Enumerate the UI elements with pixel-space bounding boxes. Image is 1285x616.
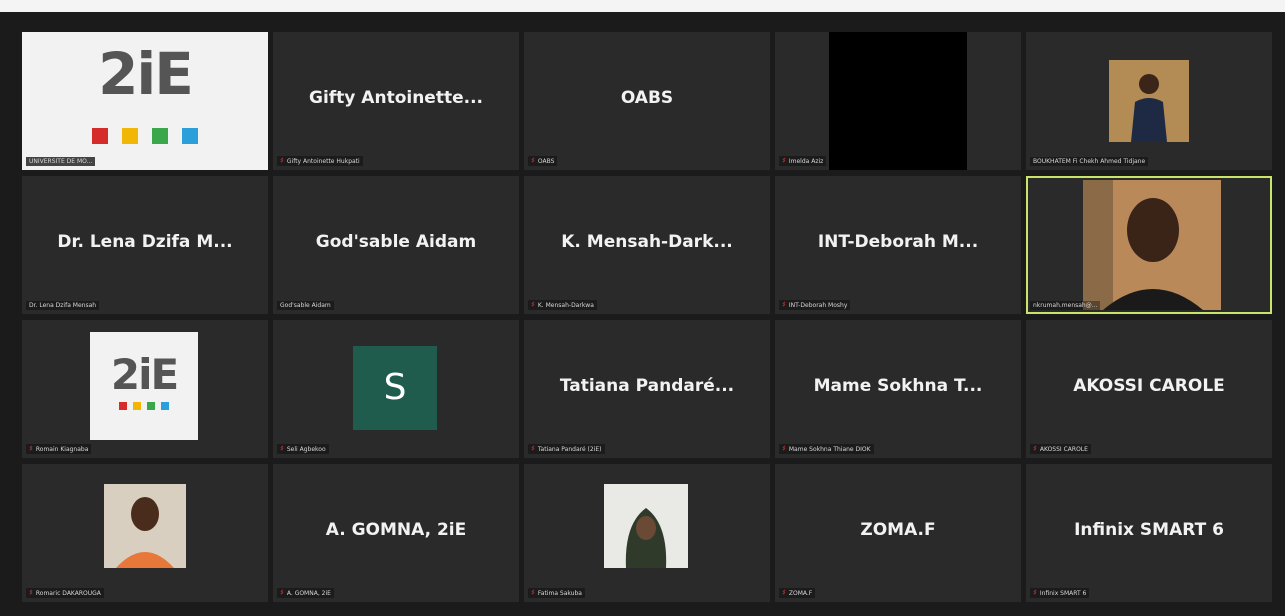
participant-label: ♯ A. GOMNA, 2iE [277,588,334,598]
participant-display-name: A. GOMNA, 2iE [325,520,467,540]
participant-tile[interactable]: Mame Sokhna T... ♯ Mame Sokhna Thiane DIO… [775,320,1021,458]
participant-display-name: Mame Sokhna T... [813,376,983,396]
participant-tile[interactable]: 2iE ♯ Romain Kiagnaba [22,320,268,458]
participant-photo [604,484,688,568]
avatar: S [353,346,437,430]
participant-label: ♯ Mame Sokhna Thiane DIOK [779,444,874,454]
participant-display-name: K. Mensah-Dark... [561,232,733,252]
participant-display-name: OABS [620,88,674,108]
participant-label: God'sable Aidam [277,301,334,310]
participant-label: ♯ K. Mensah-Darkwa [528,300,597,310]
participant-tile[interactable]: Infinix SMART 6 ♯ Infinix SMART 6 [1026,464,1272,602]
participant-label: ♯ Romain Kiagnaba [26,444,92,454]
participant-label: ♯ Tatiana Pandaré (2iE) [528,444,605,454]
participant-tile[interactable]: 2iE UNIVERSITE DE MO... [22,32,268,170]
participant-label: nkrumah.mensah@... [1030,301,1101,310]
participant-display-name: AKOSSI CAROLE [1073,376,1225,396]
participant-tile[interactable]: ♯ Romaric DAKAROUGA [22,464,268,602]
mic-muted-icon: ♯ [782,588,786,597]
mic-muted-icon: ♯ [1033,588,1037,597]
participant-tile[interactable]: Dr. Lena Dzifa M... Dr. Lena Dzifa Mensa… [22,176,268,314]
logo-squares [22,128,268,144]
participant-tile[interactable]: ♯ Imelda Aziz [775,32,1021,170]
mic-muted-icon: ♯ [531,444,535,453]
participant-label: ♯ Romaric DAKAROUGA [26,588,104,598]
logo-2ie: 2iE [22,32,268,170]
participant-label: ♯ INT-Deborah Moshy [779,300,851,310]
video-feed-black [829,32,967,170]
participant-tile[interactable]: S ♯ Seli Agbekoo [273,320,519,458]
participant-tile[interactable]: INT-Deborah M... ♯ INT-Deborah Moshy [775,176,1021,314]
participant-label: ♯ Fatima Sakuba [528,588,585,598]
mic-muted-icon: ♯ [782,300,786,309]
mic-muted-icon: ♯ [531,156,535,165]
participant-tile[interactable]: ZOMA.F ♯ ZOMA.F [775,464,1021,602]
mic-muted-icon: ♯ [531,588,535,597]
participant-tile-active-speaker[interactable]: nkrumah.mensah@... [1026,176,1272,314]
participant-label: ♯ ZOMA.F [779,588,816,598]
participant-label: ♯ Seli Agbekoo [277,444,329,454]
participant-photo [1109,60,1189,142]
mic-muted-icon: ♯ [1033,444,1037,453]
participant-tile[interactable]: OABS ♯ OABS [524,32,770,170]
participant-grid: 2iE UNIVERSITE DE MO... Gifty Antoinette… [22,32,1272,602]
participant-tile[interactable]: God'sable Aidam God'sable Aidam [273,176,519,314]
participant-display-name: INT-Deborah M... [817,232,979,252]
participant-photo [1083,180,1221,310]
participant-tile[interactable]: ♯ Fatima Sakuba [524,464,770,602]
participant-label: ♯ Gifty Antoinette Hukpati [277,156,363,166]
participant-display-name: Gifty Antoinette... [309,88,483,108]
mic-muted-icon: ♯ [782,156,786,165]
mic-muted-icon: ♯ [29,444,33,453]
participant-tile[interactable]: A. GOMNA, 2iE ♯ A. GOMNA, 2iE [273,464,519,602]
logo-2ie: 2iE [90,332,198,440]
participant-label: ♯ AKOSSI CAROLE [1030,444,1091,454]
participant-label: ♯ Infinix SMART 6 [1030,588,1090,598]
mic-muted-icon: ♯ [782,444,786,453]
participant-label: ♯ OABS [528,156,558,166]
participant-display-name: ZOMA.F [860,520,936,540]
participant-label: ♯ Imelda Aziz [779,156,827,166]
participant-label: UNIVERSITE DE MO... [26,157,96,166]
logo-squares [90,402,198,410]
participant-tile[interactable]: AKOSSI CAROLE ♯ AKOSSI CAROLE [1026,320,1272,458]
participant-display-name: Tatiana Pandaré... [559,376,735,396]
participant-display-name: Dr. Lena Dzifa M... [57,232,233,252]
participant-tile[interactable]: K. Mensah-Dark... ♯ K. Mensah-Darkwa [524,176,770,314]
participant-label: Dr. Lena Dzifa Mensah [26,301,100,310]
top-bar [0,0,1285,12]
participant-label: BOUKHATEM Fi Chekh Ahmed Tidjane [1030,157,1149,166]
mic-muted-icon: ♯ [280,444,284,453]
participant-tile[interactable]: Tatiana Pandaré... ♯ Tatiana Pandaré (2iE… [524,320,770,458]
meeting-stage: 2iE UNIVERSITE DE MO... Gifty Antoinette… [0,0,1285,616]
mic-muted-icon: ♯ [280,156,284,165]
mic-muted-icon: ♯ [531,300,535,309]
participant-display-name: God'sable Aidam [315,232,477,252]
mic-muted-icon: ♯ [29,588,33,597]
participant-tile[interactable]: BOUKHATEM Fi Chekh Ahmed Tidjane [1026,32,1272,170]
mic-muted-icon: ♯ [280,588,284,597]
participant-display-name: Infinix SMART 6 [1074,520,1224,540]
participant-photo [104,484,186,568]
participant-tile[interactable]: Gifty Antoinette... ♯ Gifty Antoinette Hu… [273,32,519,170]
